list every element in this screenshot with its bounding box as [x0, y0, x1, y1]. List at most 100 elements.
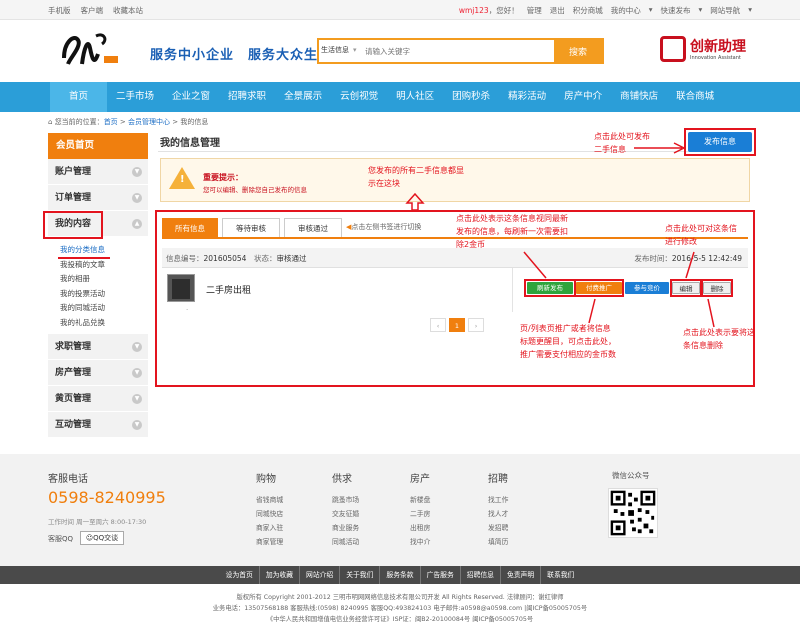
brand-title: 创新助理: [690, 39, 746, 55]
sidebar-item-yellowpage[interactable]: 黄页管理 ▼: [48, 386, 148, 412]
nav-item[interactable]: 明人社区: [387, 82, 443, 112]
footer: 客服电话 0598-8240995 工作时间 周一至周六 8:00-17:30 …: [0, 454, 800, 566]
footer-col-supply: 供求 跳蚤市场 交友征婚 商业服务 同城活动: [332, 470, 392, 550]
chevron-down-icon: ▼: [132, 394, 142, 404]
chevron-down-icon: ▼: [132, 420, 142, 430]
footer-link-about[interactable]: 关于我们: [340, 566, 381, 584]
footer-link[interactable]: 同城快店: [256, 508, 316, 522]
footer-link[interactable]: 找工作: [488, 494, 548, 508]
nav-item[interactable]: 云创视觉: [331, 82, 387, 112]
footer-link[interactable]: 商家管理: [256, 536, 316, 550]
client-link[interactable]: 客户端: [81, 5, 104, 16]
logout-link[interactable]: 退出: [550, 5, 565, 16]
book-icon: [660, 36, 686, 62]
footer-link[interactable]: 同城活动: [332, 536, 392, 550]
nav-item-home[interactable]: 首页: [50, 82, 108, 112]
footer-link-disclaimer[interactable]: 免责声明: [501, 566, 542, 584]
sidebar-sub-album[interactable]: 我的相册: [60, 272, 148, 287]
footer-link[interactable]: 找人才: [488, 508, 548, 522]
page-title: 我的信息管理: [160, 138, 220, 149]
breadcrumb-home[interactable]: 首页: [104, 118, 118, 126]
footer-link[interactable]: 新楼盘: [410, 494, 470, 508]
item-thumbnail[interactable]: [167, 274, 195, 302]
sidebar: 会员首页 账户管理 ▼ 订单管理 ▼ 我的内容 ▲ 我的分类信息 我投稿的文章 我的相…: [48, 133, 148, 438]
next-page-button[interactable]: ›: [468, 318, 484, 332]
chevron-down-icon: ▼: [132, 368, 142, 378]
sidebar-item-account[interactable]: 账户管理 ▼: [48, 159, 148, 185]
sidebar-sub-events[interactable]: 我的同城活动: [60, 301, 148, 316]
tab-underline: [162, 237, 748, 239]
prev-page-button[interactable]: ‹: [430, 318, 446, 332]
search-button[interactable]: 搜索: [554, 40, 602, 62]
item-title[interactable]: 二手房出租: [206, 283, 251, 296]
sidebar-sub-articles[interactable]: 我投稿的文章: [60, 258, 148, 273]
annotation-refresh: 点击此处表示这条信息视同最新发布的信息，每刷新一次需要扣除2金币: [456, 214, 568, 249]
nav-item[interactable]: 招聘求职: [219, 82, 275, 112]
footer-link[interactable]: 找中介: [410, 536, 470, 550]
footer-link-contact[interactable]: 联系我们: [541, 566, 580, 584]
footer-link[interactable]: 填简历: [488, 536, 548, 550]
sidebar-sub-my-classified[interactable]: 我的分类信息: [60, 243, 148, 258]
notice-title: 重要提示：: [203, 173, 243, 182]
footer-link-intro[interactable]: 网站介绍: [300, 566, 341, 584]
service-hours: 工作时间 周一至周六 8:00-17:30: [48, 518, 147, 526]
qr-code-icon: [608, 488, 658, 538]
my-center-link[interactable]: 我的中心: [611, 5, 641, 16]
nav-item[interactable]: 企业之窗: [163, 82, 219, 112]
search-category-select[interactable]: 生活信息 ▾: [321, 45, 357, 55]
annotation-delete: 点击此处表示要将这条信息删除: [683, 328, 755, 350]
footer-link-home[interactable]: 设为首页: [220, 566, 260, 584]
footer-link[interactable]: 出租房: [410, 522, 470, 536]
bidding-button[interactable]: 参与竞价: [625, 282, 669, 294]
footer-link-ads[interactable]: 广告服务: [421, 566, 461, 584]
breadcrumb-member[interactable]: 会员管理中心: [128, 118, 170, 126]
footer-link-jobs[interactable]: 招聘信息: [461, 566, 501, 584]
site-logo[interactable]: [60, 28, 124, 72]
mobile-link[interactable]: 手机版: [48, 5, 71, 16]
footer-col-jobs: 招聘 找工作 找人才 发招聘 填简历: [488, 470, 548, 550]
footer-link[interactable]: 跳蚤市场: [332, 494, 392, 508]
service-label: 客服电话: [48, 474, 88, 485]
footer-link[interactable]: 商家入驻: [256, 522, 316, 536]
footer-link[interactable]: 交友征婚: [332, 508, 392, 522]
nav-item[interactable]: 联合商城: [667, 82, 723, 112]
points-mall-link[interactable]: 积分商城: [573, 5, 603, 16]
manage-link[interactable]: 管理: [527, 5, 542, 16]
tab-pending[interactable]: 等待审核: [222, 218, 280, 238]
sidebar-item-jobs[interactable]: 求职管理 ▼: [48, 334, 148, 360]
sidebar-sub-votes[interactable]: 我的投票活动: [60, 287, 148, 302]
chevron-down-icon: ▾: [648, 5, 653, 14]
chevron-down-icon: ▼: [132, 193, 142, 203]
qq-label: 客服QQ: [48, 535, 74, 543]
footer-link[interactable]: 二手房: [410, 508, 470, 522]
nav-item[interactable]: 全景展示: [275, 82, 331, 112]
sidebar-item-orders[interactable]: 订单管理 ▼: [48, 185, 148, 211]
footer-link[interactable]: 商业服务: [332, 522, 392, 536]
footer-link-terms[interactable]: 服务条款: [380, 566, 421, 584]
qq-chat-button[interactable]: ☺QQ交谈: [80, 531, 124, 545]
favorite-link[interactable]: 收藏本站: [113, 5, 143, 16]
sidebar-item-housing[interactable]: 房产管理 ▼: [48, 360, 148, 386]
tab-all-info[interactable]: 所有信息: [162, 218, 218, 238]
nav-item[interactable]: 商铺快店: [611, 82, 667, 112]
sidebar-sub-gifts[interactable]: 我的礼品兑换: [60, 316, 148, 331]
footer-link[interactable]: 发招聘: [488, 522, 548, 536]
chevron-up-icon: ▲: [132, 219, 142, 229]
footer-link-favorite[interactable]: 加为收藏: [260, 566, 301, 584]
search-input[interactable]: [365, 41, 555, 61]
nav-item[interactable]: 团购秒杀: [443, 82, 499, 112]
nav-item[interactable]: 精彩活动: [499, 82, 555, 112]
tab-approved[interactable]: 审核通过: [284, 218, 342, 238]
search-bar: 生活信息 ▾ 搜索: [317, 38, 604, 64]
sidebar-member-home[interactable]: 会员首页: [48, 133, 148, 159]
sidebar-item-interaction[interactable]: 互动管理 ▼: [48, 412, 148, 438]
footer-link[interactable]: 省钱商城: [256, 494, 316, 508]
annotation-underline: [58, 257, 110, 259]
page-1-button[interactable]: 1: [449, 318, 465, 332]
nav-item[interactable]: 房产中介: [555, 82, 611, 112]
quick-publish-link[interactable]: 快速发布: [660, 5, 690, 16]
username[interactable]: wmj123: [459, 6, 489, 15]
site-nav-link[interactable]: 网站导航: [710, 5, 740, 16]
nav-item[interactable]: 二手市场: [107, 82, 163, 112]
bottom-links-bar: 设为首页 加为收藏 网站介绍 关于我们 服务条款 广告服务 招聘信息 免责声明 …: [0, 566, 800, 584]
